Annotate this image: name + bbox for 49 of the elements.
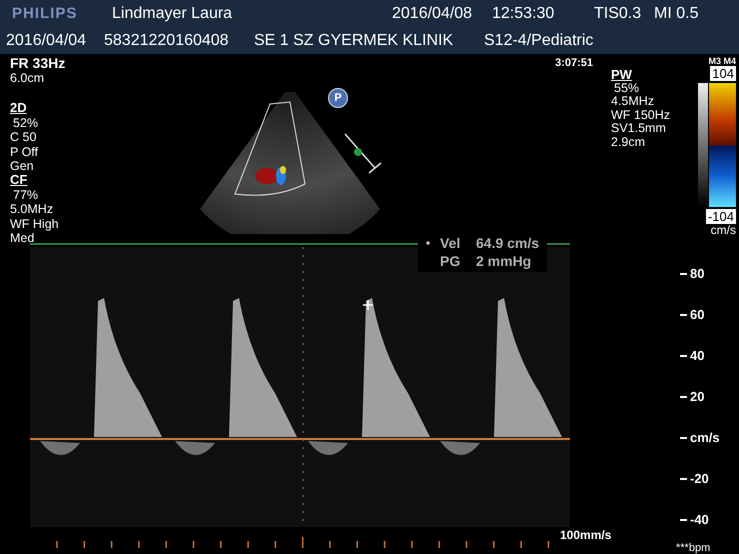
velocity-scale-label: 20 <box>690 389 704 404</box>
section-heading: 2D <box>10 101 27 116</box>
depth-value: 6.0cm <box>10 71 44 86</box>
velocity-scale-label: 80 <box>690 266 704 282</box>
clip-time: 3:07:51 <box>555 57 593 69</box>
parameter-value: C 50 <box>10 130 36 145</box>
heart-rate: ***bpm <box>676 542 712 554</box>
mechanical-index: MI 0.5 <box>654 4 698 22</box>
section-heading: CF <box>10 173 28 188</box>
brand-logo: PHILIPS <box>11 5 78 22</box>
exam-date: 2016/04/08 <box>392 4 474 22</box>
velocity-scale-label: -40 <box>690 512 709 528</box>
scale-min-value: -104 <box>706 209 736 224</box>
parameter-value: P Off <box>10 144 38 160</box>
parameter-value: WF High <box>10 216 59 232</box>
parameter-value: SV1.5mm <box>611 122 666 136</box>
patient-name: Lindmayer Laura <box>112 4 234 22</box>
scale-unit: cm/s <box>710 224 736 237</box>
institution-name: SE 1 SZ GYERMEK KLINIK <box>254 32 454 50</box>
sample-volume-cursor-icon <box>344 134 382 174</box>
frame-rate: FR 33Hz <box>10 56 66 71</box>
parameter-value: 5.0MHz <box>10 202 54 217</box>
exam-time: 12:53:30 <box>492 4 556 22</box>
velocity-scale-label: -20 <box>690 471 709 486</box>
section-heading: PW <box>611 68 632 82</box>
parameter-value: 52% <box>12 116 38 130</box>
parameter-value: 55% <box>613 82 640 96</box>
measurement-value: 2 mmHg <box>476 252 532 270</box>
parameter-value: 77% <box>12 188 38 202</box>
parameter-value: Gen <box>10 159 34 174</box>
parameter-value: 4.5MHz <box>611 95 654 109</box>
parameter-value: Med <box>10 231 34 246</box>
measurement-value: 64.9 cm/s <box>476 234 540 252</box>
color-map-label: M3 M4 <box>708 55 736 66</box>
crosshair-marker-icon <box>363 300 373 310</box>
velocity-scale-label: 60 <box>690 307 704 322</box>
measurement-label: PG <box>440 252 462 270</box>
orientation-marker: P <box>328 88 348 108</box>
measurement-label: Vel <box>440 234 462 252</box>
parameter-value: WF 150Hz <box>611 108 670 122</box>
birth-date: 2016/04/04 <box>6 32 88 50</box>
thermal-index: TIS0.3 <box>594 4 642 22</box>
patient-id: 58321220160408 <box>104 32 230 50</box>
parameter-value: 2.9cm <box>611 136 646 150</box>
velocity-scale-label: cm/s <box>690 430 720 446</box>
transducer-preset: S12-4/Pediatric <box>484 32 594 50</box>
velocity-scale-label: 40 <box>690 348 704 364</box>
scale-max-value: 104 <box>710 66 736 81</box>
sweep-speed: 100mm/s <box>560 528 612 542</box>
